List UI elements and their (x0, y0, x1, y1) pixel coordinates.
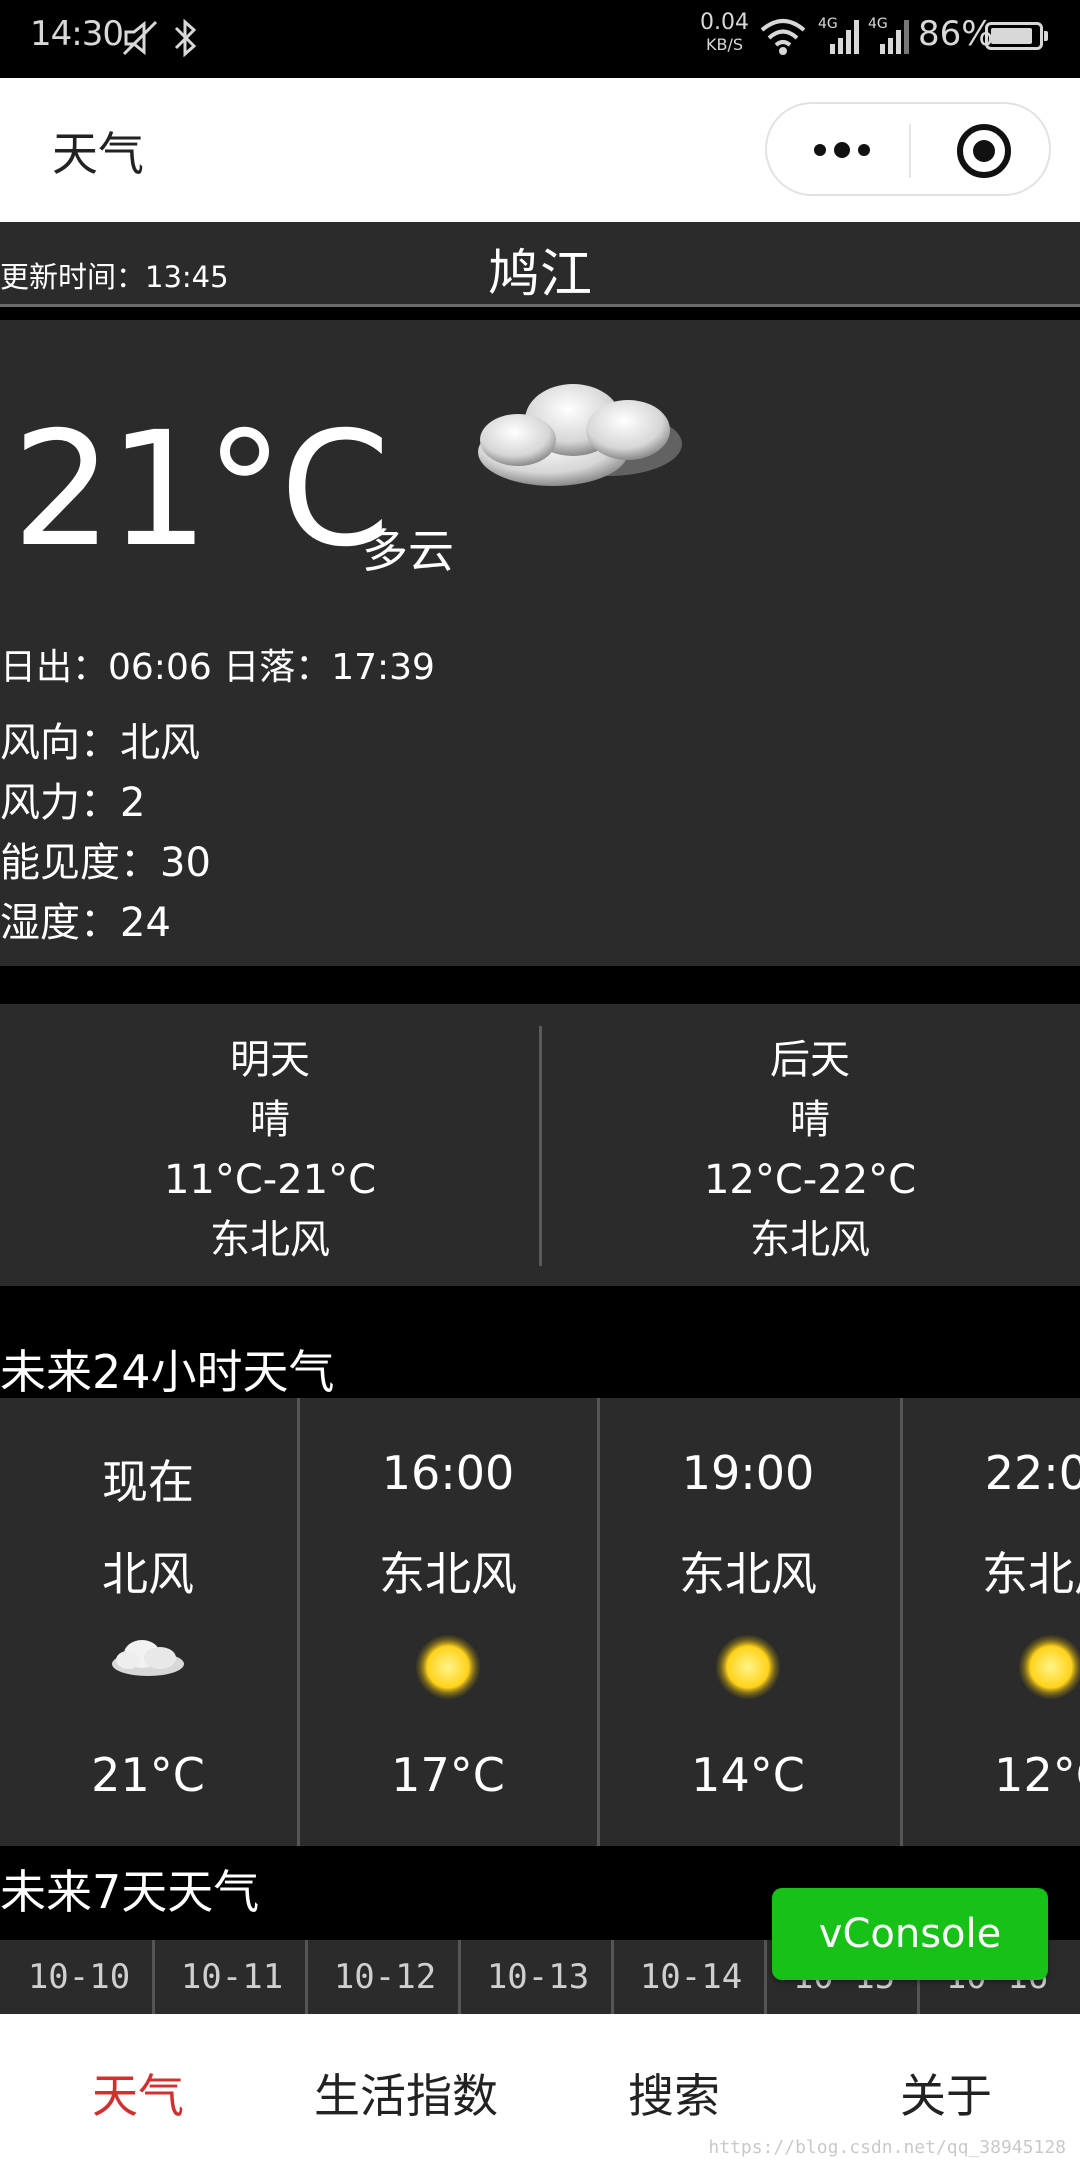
sun-icon (300, 1632, 596, 1702)
current-condition: 多云 (362, 524, 454, 578)
date-tab[interactable]: 10-10 (4, 1940, 154, 2014)
hourly-time: 现在 (102, 1455, 194, 1509)
tab-weather[interactable]: 天气 (92, 2060, 184, 2126)
status-bar: 14:30 0.04 KB/S 4G 4G 86% (0, 0, 1080, 78)
watermark: https://blog.csdn.net/qq_38945128 (708, 2137, 1066, 2158)
wind-direction: 风向：北风 (0, 720, 200, 766)
sun-icon (600, 1632, 896, 1702)
daily-section-title: 未来7天天气 (0, 1865, 260, 1919)
forecast-temp-range: 12°C-22°C (703, 1157, 917, 1203)
hourly-time: 22:00 (984, 1446, 1080, 1500)
forecast-day: 后天 (770, 1037, 850, 1083)
bluetooth-icon (170, 16, 200, 64)
nav-bar: 天气 (0, 78, 1080, 222)
signal-icon-2: 4G (868, 14, 912, 62)
sun-icon (903, 1632, 1080, 1702)
forecast-condition: 晴 (790, 1097, 830, 1143)
network-type-1: 4G (818, 16, 838, 32)
hourly-item: 22:00 东北风 12°C (903, 1398, 1080, 1846)
hourly-time: 16:00 (381, 1446, 515, 1500)
network-speed: 0.04 KB/S (700, 10, 749, 55)
vconsole-button[interactable]: vConsole (772, 1888, 1048, 1980)
tab-bar: 天气 生活指数 搜索 关于 https://blog.csdn.net/qq_3… (0, 2014, 1080, 2160)
date-tab-divider (305, 1940, 308, 2014)
visibility: 能见度：30 (0, 840, 211, 886)
date-tab-divider (611, 1940, 614, 2014)
forecast-temp-range: 11°C-21°C (163, 1157, 377, 1203)
hourly-forecast-strip[interactable]: 现在 北风 21°C 16:00 东北风 17°C 19:00 东北风 14°C… (0, 1398, 1080, 1846)
mute-icon (120, 18, 160, 62)
battery-icon (985, 22, 1048, 50)
hourly-wind: 东北风 (679, 1547, 817, 1601)
city-name: 鸠江 (487, 245, 592, 305)
hourly-item: 现在 北风 21°C (0, 1398, 296, 1846)
wind-power: 风力：2 (0, 780, 146, 826)
hourly-temp: 21°C (91, 1748, 205, 1802)
current-temperature: 21°C (12, 398, 390, 582)
forecast-day-after: 后天 晴 12°C-22°C 东北风 (540, 1030, 1080, 1270)
hourly-item: 16:00 东北风 17°C (300, 1398, 596, 1846)
signal-icon: 4G (818, 14, 862, 62)
close-target-icon[interactable] (957, 124, 1011, 178)
hourly-wind: 北风 (102, 1547, 194, 1601)
tab-search[interactable]: 搜索 (628, 2060, 720, 2126)
capsule-divider (909, 124, 911, 178)
hourly-temp: 14°C (691, 1748, 805, 1802)
status-time: 14:30 (30, 14, 124, 54)
mini-program-capsule (765, 102, 1051, 196)
hourly-wind: 东北风 (379, 1547, 517, 1601)
hourly-item: 19:00 东北风 14°C (600, 1398, 896, 1846)
page-title: 天气 (52, 127, 144, 181)
network-type-2: 4G (868, 16, 888, 32)
hourly-wind: 东北风 (982, 1547, 1080, 1601)
divider (0, 304, 1080, 307)
hourly-temp: 12°C (994, 1748, 1080, 1802)
cloud-icon (0, 1632, 296, 1682)
date-tab[interactable]: 10-13 (463, 1940, 613, 2014)
hourly-temp: 17°C (391, 1748, 505, 1802)
location-header: 更新时间：13:45 鸠江 (0, 222, 1080, 305)
hourly-section-title: 未来24小时天气 (0, 1345, 335, 1399)
forecast-day: 明天 (230, 1037, 310, 1083)
forecast-wind: 东北风 (750, 1217, 870, 1263)
tab-about[interactable]: 关于 (900, 2060, 992, 2126)
date-tab-divider (152, 1940, 155, 2014)
date-tab[interactable]: 10-12 (310, 1940, 460, 2014)
current-weather-card: 21°C 多云 日出：06:06 日落：17:39 风向：北风 风力：2 能见度… (0, 320, 1080, 966)
more-icon[interactable] (807, 130, 877, 170)
cloud-icon (458, 370, 698, 504)
date-tab[interactable]: 10-11 (157, 1940, 307, 2014)
tab-life-index[interactable]: 生活指数 (314, 2060, 498, 2126)
forecast-tomorrow: 明天 晴 11°C-21°C 东北风 (0, 1030, 540, 1270)
humidity: 湿度：24 (0, 900, 171, 946)
hourly-time: 19:00 (681, 1446, 815, 1500)
forecast-condition: 晴 (250, 1097, 290, 1143)
date-tab[interactable]: 10-14 (616, 1940, 766, 2014)
battery-percent: 86% (918, 14, 994, 54)
forecast-panel: 明天 晴 11°C-21°C 东北风 后天 晴 12°C-22°C 东北风 (0, 1004, 1080, 1286)
wifi-icon (758, 14, 808, 62)
date-tab-divider (458, 1940, 461, 2014)
date-tab-divider (764, 1940, 767, 2014)
forecast-wind: 东北风 (210, 1217, 330, 1263)
sunrise-sunset: 日出：06:06 日落：17:39 (0, 647, 435, 688)
